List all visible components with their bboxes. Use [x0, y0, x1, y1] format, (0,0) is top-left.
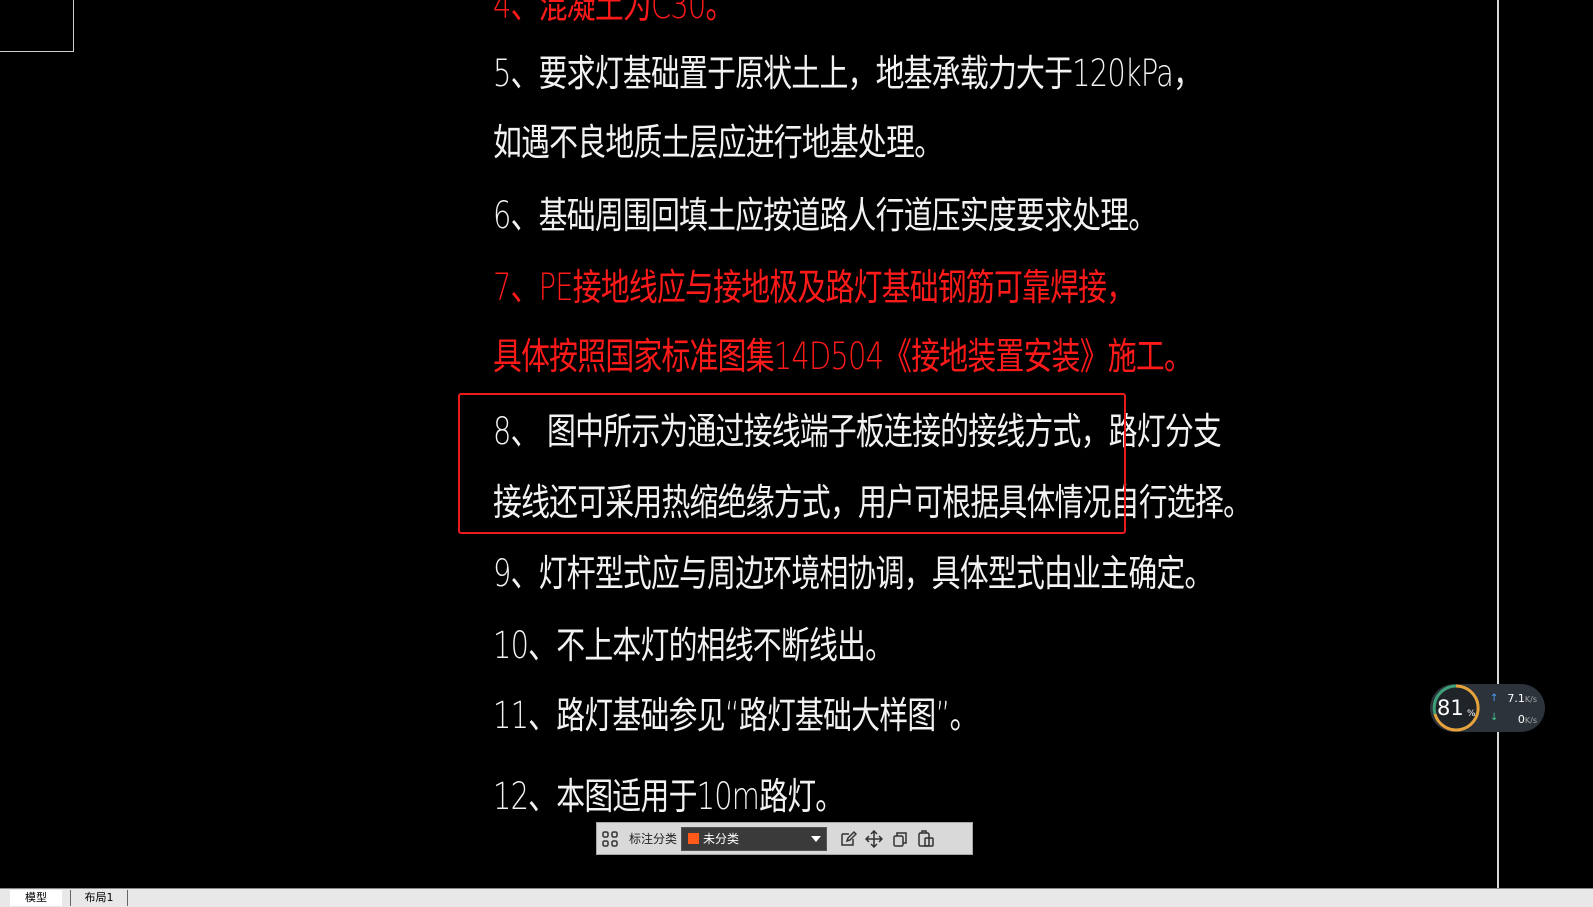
network-monitor-widget[interactable]: 81 % ↑ 7.1K/s ↓ 0K/s: [1430, 684, 1545, 732]
note-line-6: 6、基础周围回填土应按道路人行道压实度要求处理。: [493, 194, 1157, 237]
cpu-percent-sign: %: [1467, 709, 1476, 719]
layout-tab-bar: 模型 布局1: [0, 888, 1593, 907]
download-arrow-icon: ↓: [1490, 712, 1499, 723]
note-line-12: 12、本图适用于10m路灯。: [493, 775, 844, 818]
note-line-11: 11、路灯基础参见“路灯基础大样图”。: [493, 694, 978, 737]
drawing-frame-corner: [0, 0, 74, 52]
paste-icon[interactable]: [913, 826, 939, 852]
category-label: 标注分类: [629, 832, 678, 846]
category-color-swatch: [688, 833, 700, 844]
move-icon[interactable]: [861, 826, 887, 852]
note-line-5b: 如遇不良地质土层应进行地基处理。: [493, 121, 943, 164]
note-line-7b: 具体按照国家标准图集14D504《接地装置安装》施工。: [493, 335, 1193, 378]
edit-icon[interactable]: [835, 826, 861, 852]
note-line-9: 9、灯杆型式应与周边环境相协调，具体型式由业主确定。: [493, 552, 1213, 595]
category-select-value: 未分类: [703, 832, 740, 846]
cpu-percent-value: 81: [1437, 696, 1464, 720]
copy-icon[interactable]: [887, 826, 913, 852]
category-select[interactable]: 未分类: [681, 826, 828, 851]
annotation-toolbar: 标注分类 未分类: [596, 822, 973, 855]
drawing-canvas[interactable]: 4、混凝土为C30。 5、要求灯基础置于原状土上，地基承载力大于120kPa， …: [0, 0, 1593, 888]
tab-model[interactable]: 模型: [10, 890, 62, 906]
chevron-down-icon: [811, 835, 822, 842]
grid-icon[interactable]: [597, 826, 623, 852]
note-line-5a: 5、要求灯基础置于原状土上，地基承载力大于120kPa，: [493, 52, 1202, 95]
upload-arrow-icon: ↑: [1490, 693, 1499, 704]
tab-layout1[interactable]: 布局1: [70, 890, 128, 906]
note-line-7a: 7、PE接地线应与接地极及路灯基础钢筋可靠焊接，: [493, 266, 1135, 309]
drawing-border-line: [1497, 0, 1499, 888]
highlight-annotation-box[interactable]: [458, 393, 1126, 534]
note-line-10: 10、不上本灯的相线不断线出。: [493, 624, 894, 667]
download-speed: 0K/s: [1517, 713, 1537, 726]
upload-speed: 7.1K/s: [1507, 692, 1537, 705]
note-line-4: 4、混凝土为C30。: [493, 0, 734, 27]
